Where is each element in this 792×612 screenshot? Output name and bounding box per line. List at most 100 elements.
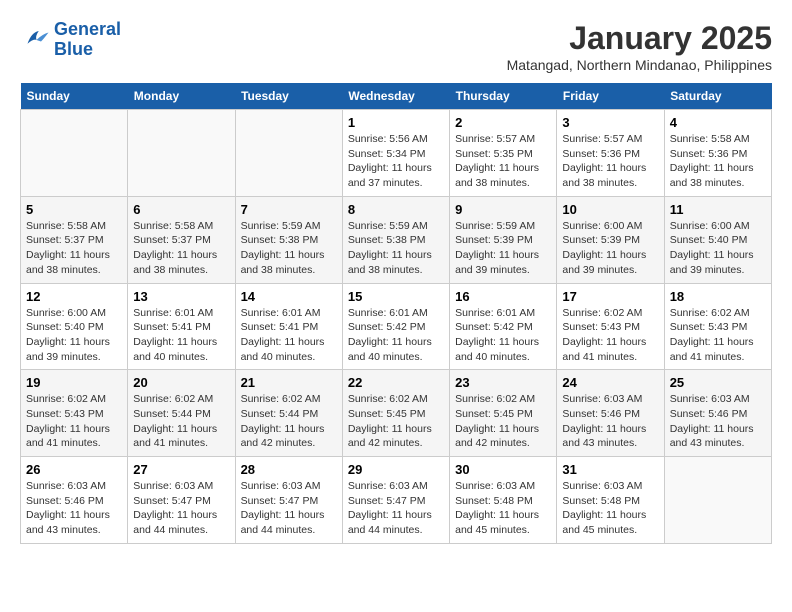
calendar-week-row: 26 Sunrise: 6:03 AMSunset: 5:46 PMDaylig… xyxy=(21,457,772,544)
day-info: Sunrise: 6:03 AMSunset: 5:46 PMDaylight:… xyxy=(562,392,658,451)
day-number: 4 xyxy=(670,115,766,130)
day-number: 27 xyxy=(133,462,229,477)
day-info: Sunrise: 6:01 AMSunset: 5:41 PMDaylight:… xyxy=(241,306,337,365)
day-number: 24 xyxy=(562,375,658,390)
day-info: Sunrise: 6:03 AMSunset: 5:46 PMDaylight:… xyxy=(26,479,122,538)
day-info: Sunrise: 5:57 AMSunset: 5:36 PMDaylight:… xyxy=(562,132,658,191)
day-number: 12 xyxy=(26,289,122,304)
day-info: Sunrise: 6:02 AMSunset: 5:45 PMDaylight:… xyxy=(348,392,444,451)
calendar-cell: 3 Sunrise: 5:57 AMSunset: 5:36 PMDayligh… xyxy=(557,110,664,197)
day-info: Sunrise: 6:00 AMSunset: 5:40 PMDaylight:… xyxy=(26,306,122,365)
day-info: Sunrise: 5:58 AMSunset: 5:37 PMDaylight:… xyxy=(133,219,229,278)
calendar-cell: 17 Sunrise: 6:02 AMSunset: 5:43 PMDaylig… xyxy=(557,283,664,370)
day-info: Sunrise: 6:02 AMSunset: 5:45 PMDaylight:… xyxy=(455,392,551,451)
day-info: Sunrise: 6:00 AMSunset: 5:39 PMDaylight:… xyxy=(562,219,658,278)
calendar-table: SundayMondayTuesdayWednesdayThursdayFrid… xyxy=(20,83,772,544)
day-number: 14 xyxy=(241,289,337,304)
weekday-header: Monday xyxy=(128,83,235,110)
calendar-cell: 30 Sunrise: 6:03 AMSunset: 5:48 PMDaylig… xyxy=(450,457,557,544)
calendar-cell: 27 Sunrise: 6:03 AMSunset: 5:47 PMDaylig… xyxy=(128,457,235,544)
calendar-cell xyxy=(235,110,342,197)
calendar-cell: 18 Sunrise: 6:02 AMSunset: 5:43 PMDaylig… xyxy=(664,283,771,370)
day-info: Sunrise: 6:02 AMSunset: 5:43 PMDaylight:… xyxy=(670,306,766,365)
calendar-cell: 11 Sunrise: 6:00 AMSunset: 5:40 PMDaylig… xyxy=(664,196,771,283)
calendar-cell: 7 Sunrise: 5:59 AMSunset: 5:38 PMDayligh… xyxy=(235,196,342,283)
day-info: Sunrise: 5:59 AMSunset: 5:38 PMDaylight:… xyxy=(348,219,444,278)
day-info: Sunrise: 6:01 AMSunset: 5:41 PMDaylight:… xyxy=(133,306,229,365)
calendar-cell: 1 Sunrise: 5:56 AMSunset: 5:34 PMDayligh… xyxy=(342,110,449,197)
day-number: 10 xyxy=(562,202,658,217)
day-number: 28 xyxy=(241,462,337,477)
day-info: Sunrise: 6:03 AMSunset: 5:47 PMDaylight:… xyxy=(133,479,229,538)
calendar-cell: 21 Sunrise: 6:02 AMSunset: 5:44 PMDaylig… xyxy=(235,370,342,457)
weekday-header: Thursday xyxy=(450,83,557,110)
logo-text: General Blue xyxy=(54,20,121,60)
day-info: Sunrise: 6:03 AMSunset: 5:46 PMDaylight:… xyxy=(670,392,766,451)
calendar-cell: 28 Sunrise: 6:03 AMSunset: 5:47 PMDaylig… xyxy=(235,457,342,544)
calendar-cell: 12 Sunrise: 6:00 AMSunset: 5:40 PMDaylig… xyxy=(21,283,128,370)
page-title: January 2025 xyxy=(507,20,772,57)
day-info: Sunrise: 5:58 AMSunset: 5:36 PMDaylight:… xyxy=(670,132,766,191)
day-info: Sunrise: 5:58 AMSunset: 5:37 PMDaylight:… xyxy=(26,219,122,278)
day-info: Sunrise: 6:03 AMSunset: 5:47 PMDaylight:… xyxy=(348,479,444,538)
calendar-cell: 14 Sunrise: 6:01 AMSunset: 5:41 PMDaylig… xyxy=(235,283,342,370)
day-number: 26 xyxy=(26,462,122,477)
day-info: Sunrise: 5:56 AMSunset: 5:34 PMDaylight:… xyxy=(348,132,444,191)
day-number: 2 xyxy=(455,115,551,130)
day-info: Sunrise: 6:02 AMSunset: 5:44 PMDaylight:… xyxy=(241,392,337,451)
day-number: 19 xyxy=(26,375,122,390)
day-number: 15 xyxy=(348,289,444,304)
calendar-cell: 23 Sunrise: 6:02 AMSunset: 5:45 PMDaylig… xyxy=(450,370,557,457)
calendar-cell: 9 Sunrise: 5:59 AMSunset: 5:39 PMDayligh… xyxy=(450,196,557,283)
weekday-header: Wednesday xyxy=(342,83,449,110)
day-info: Sunrise: 6:03 AMSunset: 5:48 PMDaylight:… xyxy=(562,479,658,538)
day-number: 5 xyxy=(26,202,122,217)
weekday-header: Saturday xyxy=(664,83,771,110)
day-info: Sunrise: 6:01 AMSunset: 5:42 PMDaylight:… xyxy=(455,306,551,365)
day-info: Sunrise: 5:57 AMSunset: 5:35 PMDaylight:… xyxy=(455,132,551,191)
calendar-cell: 15 Sunrise: 6:01 AMSunset: 5:42 PMDaylig… xyxy=(342,283,449,370)
day-info: Sunrise: 6:02 AMSunset: 5:44 PMDaylight:… xyxy=(133,392,229,451)
day-number: 31 xyxy=(562,462,658,477)
day-number: 18 xyxy=(670,289,766,304)
day-number: 8 xyxy=(348,202,444,217)
day-info: Sunrise: 6:00 AMSunset: 5:40 PMDaylight:… xyxy=(670,219,766,278)
weekday-header-row: SundayMondayTuesdayWednesdayThursdayFrid… xyxy=(21,83,772,110)
calendar-cell: 13 Sunrise: 6:01 AMSunset: 5:41 PMDaylig… xyxy=(128,283,235,370)
calendar-cell: 22 Sunrise: 6:02 AMSunset: 5:45 PMDaylig… xyxy=(342,370,449,457)
weekday-header: Friday xyxy=(557,83,664,110)
calendar-cell: 24 Sunrise: 6:03 AMSunset: 5:46 PMDaylig… xyxy=(557,370,664,457)
calendar-cell: 4 Sunrise: 5:58 AMSunset: 5:36 PMDayligh… xyxy=(664,110,771,197)
calendar-cell: 2 Sunrise: 5:57 AMSunset: 5:35 PMDayligh… xyxy=(450,110,557,197)
day-number: 11 xyxy=(670,202,766,217)
day-number: 1 xyxy=(348,115,444,130)
calendar-cell: 16 Sunrise: 6:01 AMSunset: 5:42 PMDaylig… xyxy=(450,283,557,370)
calendar-cell: 20 Sunrise: 6:02 AMSunset: 5:44 PMDaylig… xyxy=(128,370,235,457)
day-number: 7 xyxy=(241,202,337,217)
calendar-cell: 25 Sunrise: 6:03 AMSunset: 5:46 PMDaylig… xyxy=(664,370,771,457)
calendar-cell: 31 Sunrise: 6:03 AMSunset: 5:48 PMDaylig… xyxy=(557,457,664,544)
page-subtitle: Matangad, Northern Mindanao, Philippines xyxy=(507,57,772,73)
day-number: 16 xyxy=(455,289,551,304)
page-header: General Blue January 2025 Matangad, Nort… xyxy=(20,20,772,73)
day-number: 3 xyxy=(562,115,658,130)
calendar-cell: 5 Sunrise: 5:58 AMSunset: 5:37 PMDayligh… xyxy=(21,196,128,283)
day-number: 9 xyxy=(455,202,551,217)
day-number: 29 xyxy=(348,462,444,477)
day-info: Sunrise: 6:03 AMSunset: 5:47 PMDaylight:… xyxy=(241,479,337,538)
logo: General Blue xyxy=(20,20,121,60)
calendar-week-row: 12 Sunrise: 6:00 AMSunset: 5:40 PMDaylig… xyxy=(21,283,772,370)
calendar-cell: 26 Sunrise: 6:03 AMSunset: 5:46 PMDaylig… xyxy=(21,457,128,544)
calendar-week-row: 1 Sunrise: 5:56 AMSunset: 5:34 PMDayligh… xyxy=(21,110,772,197)
day-number: 17 xyxy=(562,289,658,304)
calendar-cell: 8 Sunrise: 5:59 AMSunset: 5:38 PMDayligh… xyxy=(342,196,449,283)
day-info: Sunrise: 6:01 AMSunset: 5:42 PMDaylight:… xyxy=(348,306,444,365)
calendar-cell xyxy=(664,457,771,544)
day-number: 6 xyxy=(133,202,229,217)
title-block: January 2025 Matangad, Northern Mindanao… xyxy=(507,20,772,73)
day-info: Sunrise: 5:59 AMSunset: 5:38 PMDaylight:… xyxy=(241,219,337,278)
day-number: 20 xyxy=(133,375,229,390)
day-info: Sunrise: 5:59 AMSunset: 5:39 PMDaylight:… xyxy=(455,219,551,278)
logo-icon xyxy=(20,25,50,55)
calendar-cell xyxy=(21,110,128,197)
